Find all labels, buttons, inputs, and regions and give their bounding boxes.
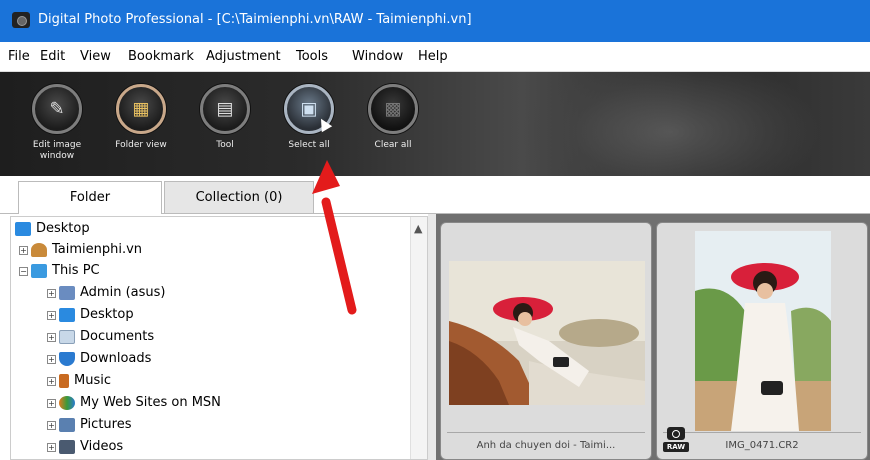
folder-tree: Desktop + Taimienphi.vn − This PC + Admin (… (10, 216, 428, 460)
tree-item-this-pc[interactable]: − This PC (19, 261, 100, 281)
desktop-icon (15, 222, 31, 236)
downloads-icon (59, 352, 75, 366)
thumbnail-caption: Anh da chuyen doi - Taimi... (476, 440, 616, 451)
window-title: Digital Photo Professional - [C:\Taimien… (38, 12, 472, 27)
menu-window[interactable]: Window (352, 49, 403, 64)
expand-icon[interactable]: + (19, 245, 28, 255)
tree-item-documents[interactable]: + Documents (47, 327, 154, 347)
menu-help[interactable]: Help (418, 49, 448, 64)
tree-item-pictures[interactable]: + Pictures (47, 415, 131, 435)
tab-collection[interactable]: Collection (0) (164, 181, 314, 214)
tree-item-desktop-root[interactable]: Desktop (15, 219, 90, 239)
desktop-icon (59, 308, 75, 322)
folder-view-button[interactable]: ▦ Folder view (106, 84, 176, 174)
computer-icon (31, 264, 47, 278)
expand-icon[interactable]: + (47, 310, 56, 320)
select-all-label: Select all (288, 140, 330, 150)
tool-palette-label: Tool (216, 140, 234, 150)
scroll-up-arrow-icon[interactable]: ▲ (414, 222, 422, 235)
collapse-icon[interactable]: − (19, 266, 28, 276)
clear-all-icon: ▩ (384, 98, 402, 120)
folder-view-label: Folder view (115, 140, 167, 150)
expand-icon[interactable]: + (47, 398, 56, 408)
panel-tabs: Folder Collection (0) (0, 176, 870, 214)
edit-image-window-label: Edit image window (32, 140, 82, 161)
thumbnail-image (695, 231, 831, 431)
menu-view[interactable]: View (80, 49, 111, 64)
menu-adjustment[interactable]: Adjustment (206, 49, 281, 64)
tool-palette-icon: ▤ (216, 98, 234, 120)
thumbnail-card[interactable]: Anh da chuyen doi - Taimi... (440, 222, 652, 460)
select-all-icon: ▣ (300, 98, 318, 120)
edit-image-icon: ✎ (49, 98, 65, 120)
app-camera-icon (12, 12, 30, 28)
thumbnail-card[interactable]: RAW IMG_0471.CR2 (656, 222, 868, 460)
tool-palette-button[interactable]: ▤ Tool (190, 84, 260, 174)
thumbnail-image (449, 261, 645, 405)
toolbar-background-art (520, 72, 820, 176)
clear-all-label: Clear all (374, 140, 412, 150)
title-bar: Digital Photo Professional - [C:\Taimien… (0, 0, 870, 42)
tree-scrollbar[interactable]: ▲ (410, 217, 427, 459)
expand-icon[interactable]: + (47, 420, 56, 430)
tree-item-taimienphi[interactable]: + Taimienphi.vn (19, 240, 142, 260)
expand-icon[interactable]: + (47, 288, 56, 298)
tree-item-videos[interactable]: + Videos (47, 437, 123, 457)
documents-icon (59, 330, 75, 344)
toolbar: ✎ Edit image window ▦ Folder view ▤ Tool… (0, 72, 870, 176)
msn-icon (59, 396, 75, 410)
menu-file[interactable]: File (8, 49, 30, 64)
expand-icon[interactable]: + (47, 442, 56, 452)
pictures-icon (59, 418, 75, 432)
menu-bar: File Edit View Bookmark Adjustment Tools… (0, 42, 870, 72)
tree-item-desktop[interactable]: + Desktop (47, 305, 134, 325)
network-drive-icon (59, 286, 75, 300)
folder-view-icon: ▦ (132, 98, 150, 120)
tree-item-msn[interactable]: + My Web Sites on MSN (47, 393, 221, 413)
expand-icon[interactable]: + (47, 354, 56, 364)
menu-bookmark[interactable]: Bookmark (128, 49, 194, 64)
menu-edit[interactable]: Edit (40, 49, 65, 64)
expand-icon[interactable]: + (47, 332, 56, 342)
clear-all-button[interactable]: ▩ Clear all (358, 84, 428, 174)
user-folder-icon (31, 243, 47, 257)
edit-image-window-button[interactable]: ✎ Edit image window (22, 84, 92, 174)
select-all-button[interactable]: ▣ Select all (274, 84, 344, 174)
videos-icon (59, 440, 75, 454)
tab-folder[interactable]: Folder (18, 181, 162, 214)
music-icon (59, 374, 69, 388)
thumbnail-caption: IMG_0471.CR2 (725, 440, 799, 451)
tree-item-admin[interactable]: + Admin (asus) (47, 283, 165, 303)
pane-splitter[interactable] (428, 214, 436, 460)
thumbnail-pane: Anh da chuyen doi - Taimi... RAW IMG_047… (436, 214, 870, 460)
tree-item-downloads[interactable]: + Downloads (47, 349, 151, 369)
tree-item-music[interactable]: + Music (47, 371, 111, 391)
expand-icon[interactable]: + (47, 376, 56, 386)
menu-tools[interactable]: Tools (296, 49, 328, 64)
